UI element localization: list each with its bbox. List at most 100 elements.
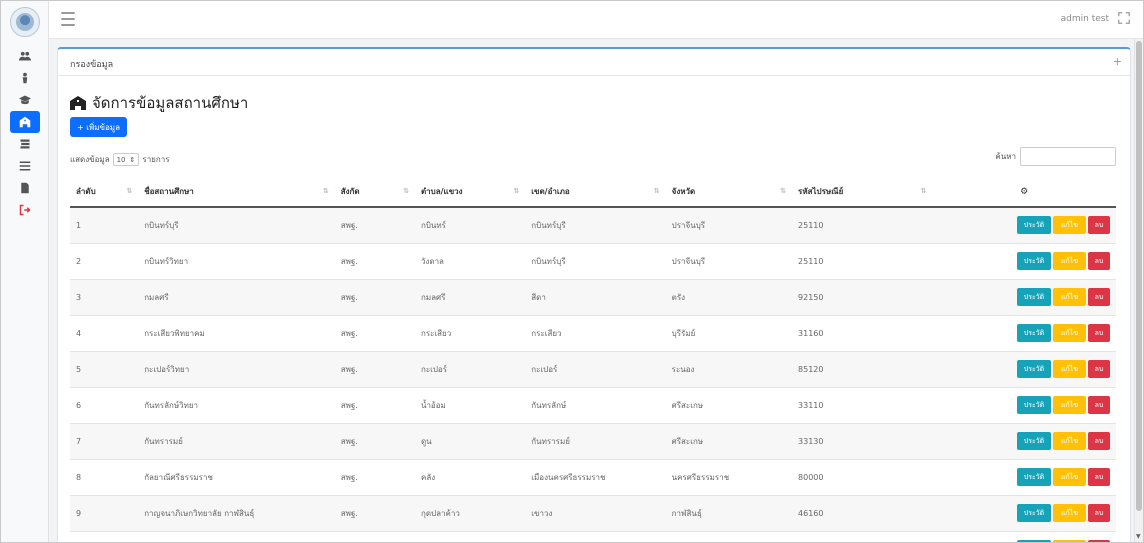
- edit-button[interactable]: แก้ไข: [1053, 252, 1086, 270]
- logo-emblem-icon: [15, 13, 34, 31]
- column-header-1[interactable]: ชื่อสถานศึกษา ⇅: [138, 177, 335, 208]
- cell-zip: 80000: [792, 459, 933, 496]
- column-header-label: ชื่อสถานศึกษา: [144, 187, 194, 196]
- history-button[interactable]: ประวัติ: [1017, 504, 1051, 522]
- cell-district: กันทรลักษ์: [525, 387, 666, 424]
- main-card: กรองข้อมูล + จัดการข้อมูลสถานศึกษา + เพิ…: [57, 47, 1131, 542]
- cell-zip: 25110: [792, 243, 933, 280]
- search-input[interactable]: [1020, 147, 1116, 166]
- logo[interactable]: [9, 7, 40, 37]
- cell-province: ศรีสะเกษ: [665, 387, 793, 424]
- column-header-7[interactable]: ⚙: [932, 177, 1116, 208]
- edit-button[interactable]: แก้ไข: [1053, 468, 1086, 486]
- cell-subdistrict: กบินทร์: [414, 207, 526, 244]
- column-header-2[interactable]: สังกัด ⇅: [334, 177, 415, 208]
- vertical-scrollbar[interactable]: ▼: [1134, 39, 1143, 542]
- cell-province: ศรีสะเกษ: [665, 423, 793, 460]
- cell-actions: ประวัติแก้ไขลบ: [932, 351, 1116, 388]
- user-name[interactable]: admin test: [1061, 14, 1109, 24]
- row-actions: ประวัติแก้ไขลบ: [938, 504, 1110, 522]
- sort-icon[interactable]: ⇅: [513, 187, 519, 195]
- delete-button[interactable]: ลบ: [1088, 324, 1110, 342]
- history-button[interactable]: ประวัติ: [1017, 252, 1051, 270]
- delete-button[interactable]: ลบ: [1088, 432, 1110, 450]
- sign-out-icon: [19, 204, 31, 216]
- column-header-label: สังกัด: [340, 187, 360, 196]
- table-body: 1 กบินทร์บุรี สพฐ. กบินทร์ กบินทร์บุรี ปราจีน…: [70, 207, 1116, 542]
- edit-button[interactable]: แก้ไข: [1053, 396, 1086, 414]
- sort-icon[interactable]: ⇅: [654, 187, 660, 195]
- sort-icon[interactable]: ⇅: [126, 187, 132, 195]
- cell-zip: 31160: [792, 315, 933, 352]
- search-control: ค้นหา: [995, 147, 1116, 166]
- row-actions: ประวัติแก้ไขลบ: [938, 252, 1110, 270]
- cell-name: กบินทร์วิทยา: [138, 243, 335, 280]
- cell-zip: 72000: [792, 531, 933, 542]
- edit-button[interactable]: แก้ไข: [1053, 216, 1086, 235]
- card-header[interactable]: กรองข้อมูล +: [58, 49, 1130, 76]
- history-button[interactable]: ประวัติ: [1017, 360, 1051, 378]
- sidebar-item-books[interactable]: [1, 133, 49, 155]
- add-data-button[interactable]: + เพิ่มข้อมูล: [70, 117, 127, 137]
- sidebar-item-school[interactable]: [10, 111, 40, 133]
- sidebar-item-person[interactable]: [1, 67, 49, 89]
- column-header-0[interactable]: ลำดับ ⇅: [70, 177, 139, 208]
- sort-icon[interactable]: ⇅: [921, 187, 927, 195]
- column-header-label: ลำดับ: [76, 187, 96, 196]
- cell-no: 8: [70, 459, 139, 496]
- history-button[interactable]: ประวัติ: [1017, 468, 1051, 486]
- sidebar-item-users[interactable]: [1, 45, 49, 67]
- card-collapse-button[interactable]: +: [1113, 55, 1122, 68]
- history-button[interactable]: ประวัติ: [1017, 288, 1051, 306]
- edit-button[interactable]: แก้ไข: [1053, 504, 1086, 522]
- cell-name: กันทรลักษ์วิทยา: [138, 387, 335, 424]
- delete-button[interactable]: ลบ: [1088, 288, 1110, 306]
- cell-no: 9: [70, 495, 139, 532]
- row-actions: ประวัติแก้ไขลบ: [938, 432, 1110, 450]
- history-button[interactable]: ประวัติ: [1017, 396, 1051, 414]
- scroll-down-icon[interactable]: ▼: [1136, 533, 1141, 540]
- delete-button[interactable]: ลบ: [1088, 252, 1110, 270]
- edit-button[interactable]: แก้ไข: [1053, 288, 1086, 306]
- page-length-select[interactable]: 10 ⇕: [112, 153, 140, 166]
- table-row: 8 กัลยาณีศรีธรรมราช สพฐ. คลัง เมืองนครศรีธรร…: [70, 459, 1116, 496]
- edit-button[interactable]: แก้ไข: [1053, 360, 1086, 378]
- sidebar-item-file[interactable]: [1, 177, 49, 199]
- sidebar-item-graduation[interactable]: [1, 89, 49, 111]
- sidebar-item-logout[interactable]: [1, 199, 49, 221]
- delete-button[interactable]: ลบ: [1088, 396, 1110, 414]
- list-icon: [19, 161, 31, 171]
- column-header-3[interactable]: ตำบล/แขวง ⇅: [414, 177, 526, 208]
- column-header-4[interactable]: เขต/อำเภอ ⇅: [525, 177, 666, 208]
- fullscreen-icon[interactable]: [1117, 11, 1131, 25]
- sidebar-item-list[interactable]: [1, 155, 49, 177]
- edit-button[interactable]: แก้ไข: [1053, 432, 1086, 450]
- cell-district: กระเสียว: [525, 315, 666, 352]
- sort-icon[interactable]: ⇅: [403, 187, 409, 195]
- cell-subdistrict: น้ำอ้อม: [414, 387, 526, 424]
- column-header-5[interactable]: จังหวัด ⇅: [665, 177, 793, 208]
- sort-icon[interactable]: ⇅: [323, 187, 329, 195]
- cell-no: 3: [70, 279, 139, 316]
- hamburger-menu-icon[interactable]: [61, 12, 75, 30]
- edit-button[interactable]: แก้ไข: [1053, 324, 1086, 342]
- column-header-6[interactable]: รหัสไปรษณีย์ ⇅: [792, 177, 933, 208]
- cell-district: เมืองสุพรรณบุรี: [525, 531, 666, 542]
- column-header-label: จังหวัด: [671, 187, 696, 196]
- page-title-text: จัดการข้อมูลสถานศึกษา: [92, 94, 249, 112]
- history-button[interactable]: ประวัติ: [1017, 216, 1051, 235]
- delete-button[interactable]: ลบ: [1088, 504, 1110, 522]
- users-icon: [19, 51, 31, 61]
- cell-affil: สพฐ.: [334, 279, 415, 316]
- cell-zip: 33130: [792, 423, 933, 460]
- column-header-label: เขต/อำเภอ: [531, 187, 570, 196]
- cell-zip: 85120: [792, 351, 933, 388]
- scrollbar-thumb[interactable]: [1136, 41, 1142, 511]
- delete-button[interactable]: ลบ: [1088, 216, 1110, 235]
- history-button[interactable]: ประวัติ: [1017, 324, 1051, 342]
- delete-button[interactable]: ลบ: [1088, 360, 1110, 378]
- delete-button[interactable]: ลบ: [1088, 468, 1110, 486]
- sort-icon[interactable]: ⇅: [780, 187, 786, 195]
- history-button[interactable]: ประวัติ: [1017, 432, 1051, 450]
- table-row: 4 กระเสียวพิทยาคม สพฐ. กระเสียว กระเสียว บุรี…: [70, 315, 1116, 352]
